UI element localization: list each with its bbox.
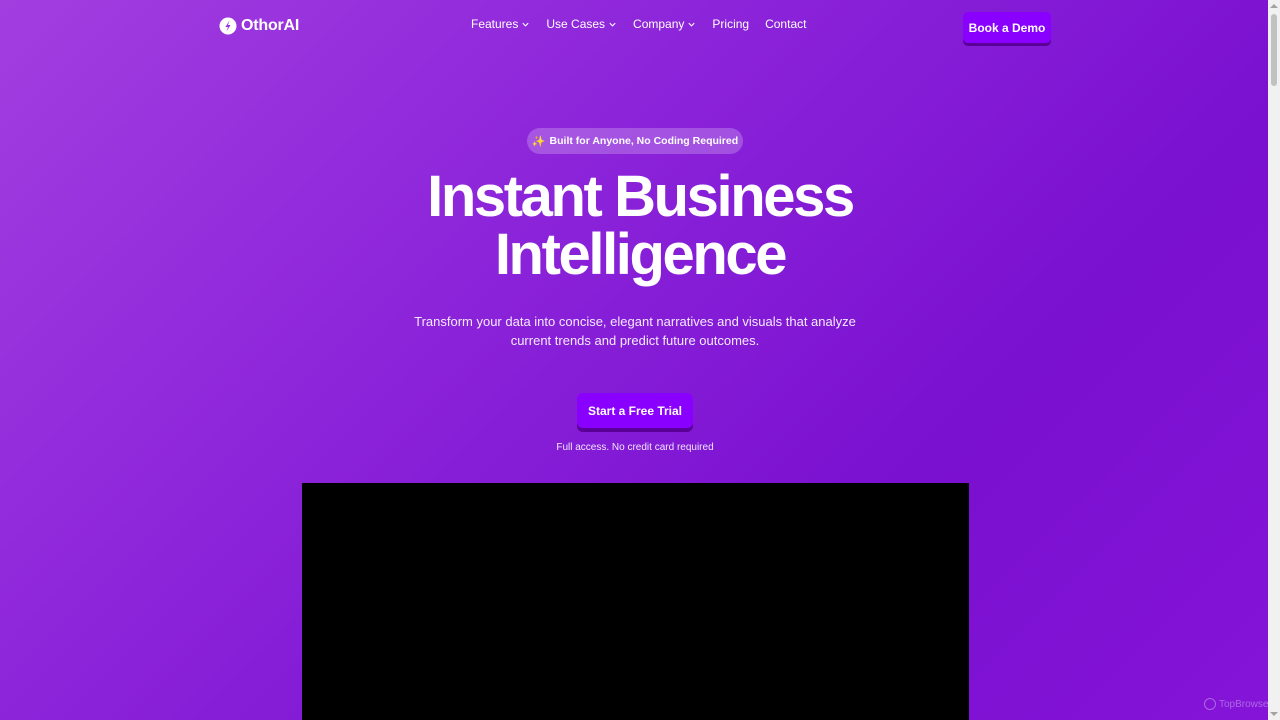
book-demo-button[interactable]: Book a Demo bbox=[963, 12, 1051, 43]
sparkles-icon: ✨ bbox=[531, 135, 546, 148]
nav-item-label: Features bbox=[471, 17, 519, 31]
scrollbar-thumb[interactable] bbox=[1271, 14, 1277, 86]
scroll-down-arrow-icon[interactable] bbox=[1270, 712, 1278, 716]
nav-item-label: Use Cases bbox=[546, 17, 606, 31]
hero-badge: ✨ Built for Anyone, No Coding Required bbox=[527, 128, 743, 154]
demo-video[interactable] bbox=[302, 483, 969, 720]
brand-logo[interactable]: OthorAI bbox=[219, 16, 299, 36]
scroll-up-arrow-icon[interactable] bbox=[1270, 4, 1278, 8]
watermark: TopBrowse bbox=[1204, 698, 1268, 710]
watermark-label: TopBrowse bbox=[1219, 698, 1269, 710]
nav-item-label: Contact bbox=[765, 17, 807, 31]
nav-links: Features Use Cases Company Pricing Conta… bbox=[471, 17, 806, 31]
nav-item-label: Company bbox=[633, 17, 685, 31]
chevron-down-icon bbox=[609, 22, 616, 27]
nav-item-label: Pricing bbox=[712, 17, 750, 31]
nav-item-pricing[interactable]: Pricing bbox=[712, 17, 749, 31]
hero-subtitle-line: current trends and predict future outcom… bbox=[510, 332, 760, 348]
hero-subtitle-line: Transform your data into concise, elegan… bbox=[414, 314, 856, 329]
nav-item-features[interactable]: Features bbox=[471, 17, 530, 31]
hero-subtitle: Transform your data into concise, elegan… bbox=[410, 313, 860, 350]
watermark-icon bbox=[1204, 698, 1216, 710]
hero-badge-label: Built for Anyone, No Coding Required bbox=[549, 135, 739, 147]
brand-name: OthorAI bbox=[241, 17, 300, 34]
hero-title: Instant Business Intelligence bbox=[340, 168, 940, 284]
logo-icon bbox=[219, 17, 237, 35]
nav-item-company[interactable]: Company bbox=[633, 17, 696, 31]
hero-title-line: Instant Business bbox=[427, 164, 855, 229]
scrollbar[interactable] bbox=[1268, 0, 1280, 720]
chevron-down-icon bbox=[688, 22, 695, 27]
hero-title-line: Intelligence bbox=[494, 222, 788, 287]
navbar: OthorAI Features Use Cases Company Prici… bbox=[0, 0, 1268, 52]
start-free-trial-button[interactable]: Start a Free Trial bbox=[577, 393, 693, 428]
nav-item-contact[interactable]: Contact bbox=[765, 17, 806, 31]
nav-item-use-cases[interactable]: Use Cases bbox=[546, 17, 617, 31]
trial-note: Full access. No credit card required bbox=[556, 442, 714, 453]
chevron-down-icon bbox=[522, 22, 529, 27]
